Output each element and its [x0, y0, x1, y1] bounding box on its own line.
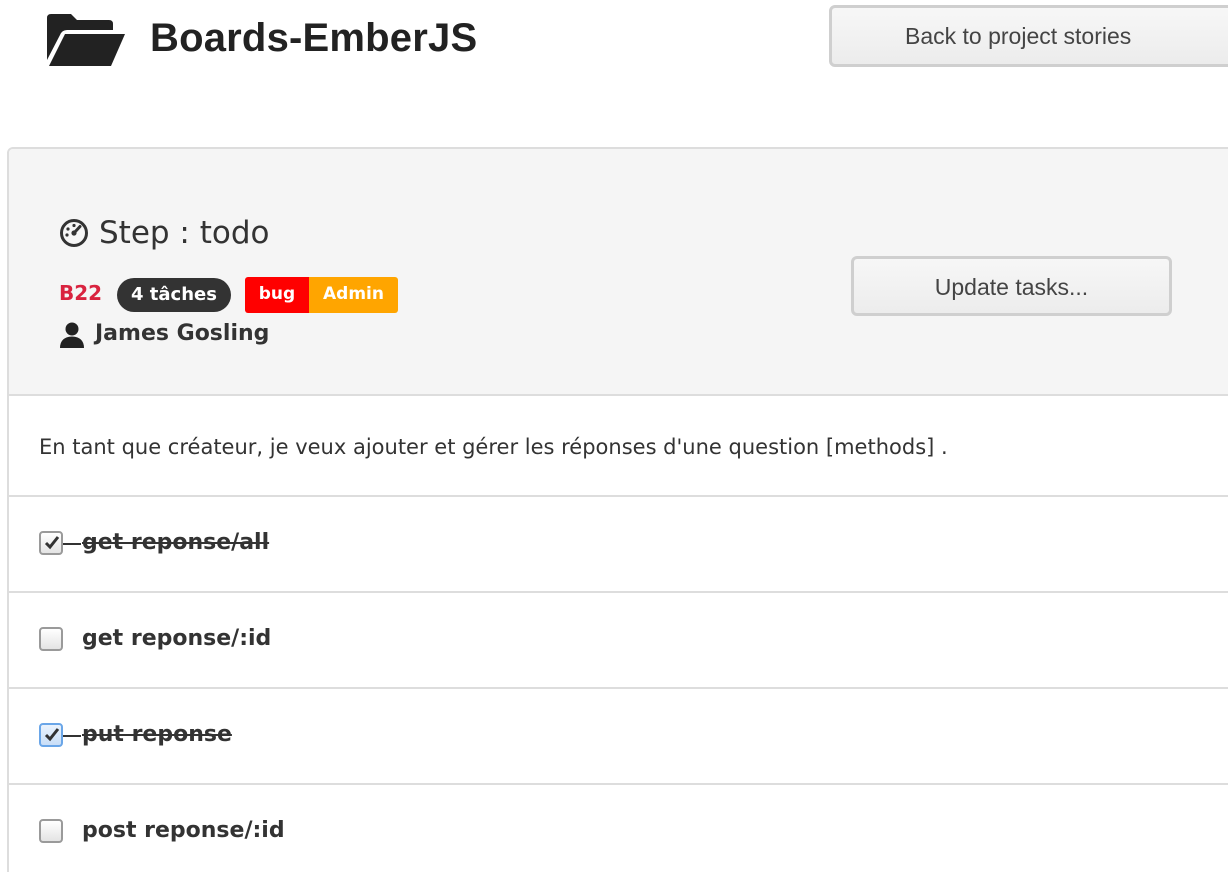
task-label: post reponse/:id	[82, 818, 285, 843]
task-row: post reponse/:id	[9, 785, 1228, 872]
update-tasks-button[interactable]: Update tasks...	[851, 256, 1172, 316]
task-row: get reponse/all	[9, 497, 1228, 593]
task-checkbox[interactable]	[39, 531, 63, 555]
story-heading: Step : todo B22 4 tâches bug Admin James…	[9, 149, 1228, 396]
task-label: get reponse/all	[82, 530, 270, 555]
tasks-count-badge: 4 tâches	[117, 278, 231, 312]
story-code: B22	[59, 281, 103, 305]
story-description: En tant que créateur, je veux ajouter et…	[39, 435, 948, 459]
tag-admin: Admin	[309, 277, 398, 313]
owner-name: James Gosling	[95, 321, 270, 346]
strike-line	[63, 735, 81, 737]
step-title: Step : todo	[99, 215, 270, 251]
task-label: get reponse/:id	[82, 626, 272, 651]
task-row: put reponse	[9, 689, 1228, 785]
task-checkbox[interactable]	[39, 627, 63, 651]
task-row: get reponse/:id	[9, 593, 1228, 689]
task-checkbox[interactable]	[39, 723, 63, 747]
task-checkbox[interactable]	[39, 819, 63, 843]
strike-line	[63, 543, 81, 545]
back-to-stories-button[interactable]: Back to project stories	[829, 5, 1228, 67]
tag-bug: bug	[245, 277, 309, 313]
project-title: Boards-EmberJS	[150, 16, 478, 60]
folder-open-icon	[47, 14, 125, 66]
check-icon	[44, 728, 60, 742]
page: Boards-EmberJS Back to project stories S…	[0, 0, 1228, 872]
check-icon	[44, 536, 60, 550]
user-icon	[60, 322, 84, 348]
story-panel: Step : todo B22 4 tâches bug Admin James…	[7, 147, 1228, 872]
task-label: put reponse	[82, 722, 232, 747]
dashboard-gauge-icon	[60, 219, 88, 247]
